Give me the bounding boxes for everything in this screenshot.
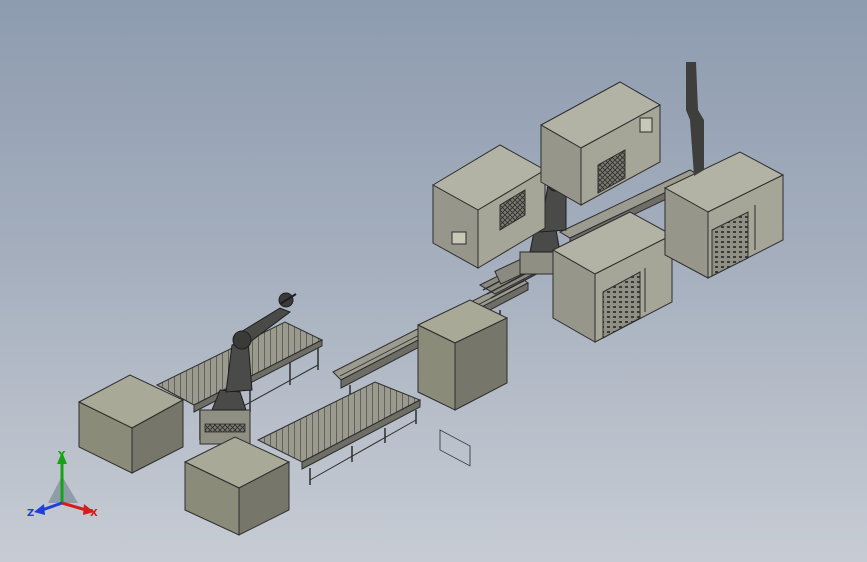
center-pallet-box[interactable] <box>416 299 509 411</box>
z-axis-arrow <box>41 501 63 512</box>
bottom-pallet-box[interactable] <box>183 436 291 536</box>
cad-viewport[interactable]: Y X Z <box>0 0 867 562</box>
x-axis-arrow <box>61 501 87 512</box>
assembly-scene[interactable]: Y X Z <box>0 0 867 562</box>
cnc-lathe-2[interactable] <box>539 81 662 206</box>
machining-center-2[interactable] <box>663 151 785 279</box>
x-axis-label: X <box>90 508 98 519</box>
coordinate-triad: Y X Z <box>27 450 98 519</box>
exhaust-duct <box>686 62 704 176</box>
y-axis-label: Y <box>57 450 66 461</box>
z-axis-label: Z <box>27 508 34 519</box>
